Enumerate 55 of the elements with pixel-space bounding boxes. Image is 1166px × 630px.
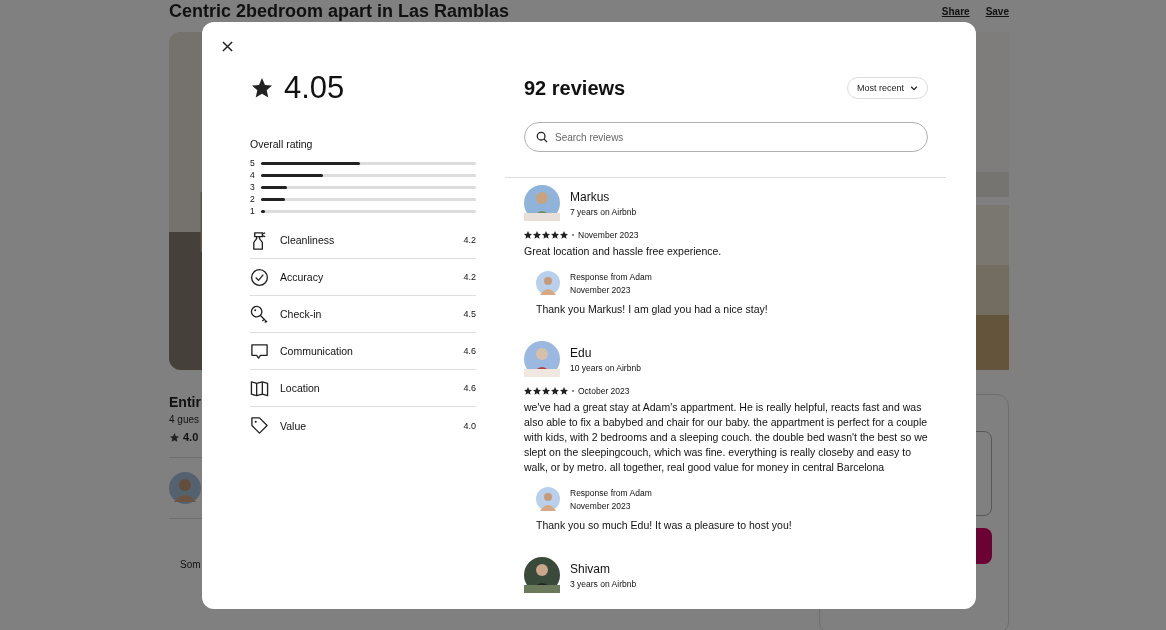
- review-text: we've had a great stay at Adam's appartment. He is really helpful, reacts fast and was also able to fix a babybed and chair for our baby. the appartment is perfect for a couple with kids, with 2 bedrooms and a sleeping couch. the double bed wasn't the best so we slept on the sleepingcouch, which was fine. everything is really closeby and easy to walk, or by metro. all together, real good value for money in central Barcelona: [524, 400, 928, 475]
- overall-score: 4.05: [284, 70, 345, 106]
- review-date: October 2023: [578, 385, 630, 396]
- category-label: Cleanliness: [280, 234, 336, 246]
- response-date: November 2023: [570, 284, 632, 295]
- category-score: 4.5: [463, 309, 476, 319]
- category-label: Accuracy: [280, 271, 325, 283]
- reviewer-tenure: 7 years on Airbnb: [570, 206, 637, 217]
- sort-dropdown[interactable]: Most recent: [846, 77, 928, 99]
- review-text: Great location and hassle free experience.: [524, 244, 723, 259]
- category-score: 4.0: [463, 420, 476, 431]
- tag-icon: [250, 416, 269, 435]
- response-text: Thank you Markus! I am glad you had a nice stay!: [536, 302, 769, 317]
- reviewer-tenure: 10 years on Airbnb: [570, 362, 641, 373]
- response-date: November 2023: [570, 500, 632, 511]
- category-score: 4.6: [463, 383, 476, 393]
- category-score: 4.6: [463, 346, 476, 356]
- section-text: Som: [179, 559, 201, 570]
- search-field[interactable]: Search reviews: [524, 122, 928, 152]
- star-icon: [250, 76, 274, 100]
- category-label: Check-in: [280, 308, 323, 320]
- check-circle-icon: [250, 267, 269, 287]
- category-label: Communication: [280, 345, 354, 357]
- category-label: Value: [280, 419, 308, 432]
- rating-label: 4: [250, 170, 256, 180]
- map-icon: [250, 378, 269, 398]
- chevron-down-icon: [910, 84, 918, 92]
- reviewer-tenure: 3 years on Airbnb: [570, 578, 637, 589]
- reviewer-name: Markus: [570, 189, 611, 204]
- share-link[interactable]: Share: [941, 5, 970, 17]
- rating-label: 1: [250, 206, 256, 216]
- reviewer-name: Edu: [570, 345, 593, 360]
- star-icon: [169, 431, 180, 443]
- overall-rating-label: Overall rating: [250, 138, 314, 151]
- close-icon[interactable]: [220, 39, 235, 54]
- category-label: Location: [280, 382, 321, 394]
- rating-label: 5: [250, 158, 256, 168]
- rating-value: 4.0: [183, 431, 199, 443]
- rating-label: 3: [250, 182, 256, 192]
- response-text: Thank you so much Edu! It was a pleasure to host you!: [536, 518, 793, 533]
- response-label: Response from Adam: [570, 487, 652, 498]
- category-score: 4.2: [463, 272, 476, 282]
- reviewer-name: Shivam: [570, 561, 611, 576]
- rating-label: 2: [250, 194, 256, 204]
- listing-heading: Entir: [169, 394, 201, 410]
- listing-title: Centric 2bedroom apart in Las Ramblas: [169, 0, 510, 22]
- search-icon: [536, 131, 548, 143]
- speech-bubble-icon: [250, 341, 269, 361]
- key-icon: [250, 304, 269, 324]
- save-link[interactable]: Save: [985, 5, 1009, 17]
- category-score: 4.2: [463, 235, 476, 245]
- guest-info: 4 gues: [169, 414, 200, 425]
- response-label: Response from Adam: [570, 271, 652, 282]
- reviews-count-title: 92 reviews: [524, 76, 626, 100]
- review-date: November 2023: [578, 229, 639, 240]
